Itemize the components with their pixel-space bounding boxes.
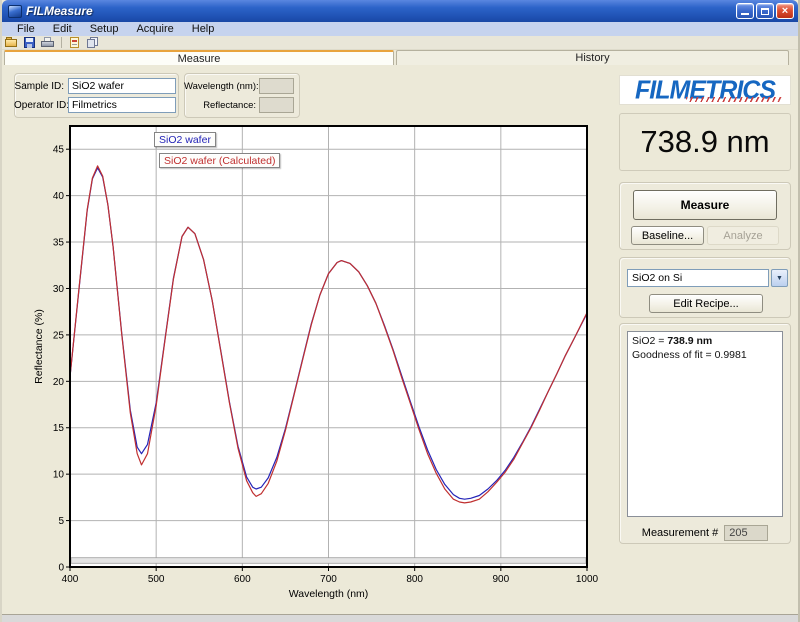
svg-text:1000: 1000 <box>576 574 599 585</box>
legend-calculated: SiO2 wafer (Calculated) <box>159 153 280 168</box>
open-file-icon[interactable] <box>5 37 19 49</box>
svg-text:700: 700 <box>320 574 337 585</box>
results-box: SiO2 = 738.9 nm Goodness of fit = 0.9981 <box>627 331 783 517</box>
svg-text:0: 0 <box>58 563 64 574</box>
svg-text:400: 400 <box>62 574 79 585</box>
chevron-down-icon: ▼ <box>776 275 783 282</box>
legend-measured-label: SiO2 wafer <box>159 134 211 146</box>
app-icon <box>8 5 22 18</box>
report-icon[interactable] <box>68 37 82 49</box>
results-line1: SiO2 = 738.9 nm <box>632 334 778 348</box>
window-title: FILMeasure <box>26 4 736 18</box>
measurement-number-label: Measurement # <box>642 527 718 539</box>
sample-id-input[interactable] <box>68 78 176 94</box>
results-line2: Goodness of fit = 0.9981 <box>632 348 778 362</box>
reflectance-label: Reflectance: <box>184 100 256 111</box>
svg-text:Wavelength (nm): Wavelength (nm) <box>289 588 369 600</box>
tab-history[interactable]: History <box>396 50 789 65</box>
svg-text:5: 5 <box>58 516 64 527</box>
print-icon[interactable] <box>41 37 55 49</box>
svg-text:40: 40 <box>53 191 65 202</box>
operator-id-label: Operator ID: <box>14 100 64 111</box>
tab-strip: Measure History <box>2 50 792 65</box>
legend-calculated-label: SiO2 wafer (Calculated) <box>164 155 275 167</box>
close-button[interactable]: × <box>776 3 794 19</box>
sample-id-label: Sample ID: <box>14 81 64 92</box>
measurement-row: Measurement # 205 <box>627 525 783 541</box>
maximize-button[interactable] <box>756 3 774 19</box>
svg-text:800: 800 <box>406 574 423 585</box>
toolbar <box>2 36 798 50</box>
svg-text:10: 10 <box>53 470 65 481</box>
svg-text:25: 25 <box>53 330 65 341</box>
maximize-icon <box>761 8 769 15</box>
recipe-select[interactable]: SiO2 on Si <box>627 269 769 287</box>
toolbar-separator <box>61 37 62 48</box>
sample-id-row: Sample ID: <box>14 78 179 94</box>
svg-text:900: 900 <box>492 574 509 585</box>
svg-text:600: 600 <box>234 574 251 585</box>
filmeasure-window: FILMeasure × File Edit Setup Acquire Hel… <box>0 0 800 622</box>
title-bar: FILMeasure × <box>2 0 798 22</box>
menu-bar: File Edit Setup Acquire Help <box>2 22 798 36</box>
menu-help[interactable]: Help <box>183 23 224 35</box>
reflectance-row: Reflectance: <box>184 97 300 113</box>
svg-text:45: 45 <box>53 145 65 156</box>
edit-recipe-button[interactable]: Edit Recipe... <box>649 294 763 313</box>
tab-history-label: History <box>575 52 609 64</box>
thickness-display: 738.9 nm <box>619 113 791 171</box>
reflectance-chart: 0 5 10 15 20 25 30 35 40 45 400 500 600 700 800 900 1000… <box>30 120 602 608</box>
svg-text:15: 15 <box>53 423 65 434</box>
baseline-button[interactable]: Baseline... <box>631 226 704 245</box>
wavelength-row: Wavelength (nm): <box>184 78 300 94</box>
minimize-icon <box>741 12 749 15</box>
measure-button[interactable]: Measure <box>633 190 777 220</box>
desktop-area <box>0 614 800 622</box>
menu-file[interactable]: File <box>8 23 44 35</box>
tab-measure-label: Measure <box>178 53 221 65</box>
menu-edit[interactable]: Edit <box>44 23 81 35</box>
thickness-value: 738.9 nm <box>640 124 769 160</box>
logo-hatch-decoration <box>686 97 782 102</box>
recipe-dropdown-button[interactable]: ▼ <box>771 269 788 287</box>
wavelength-label: Wavelength (nm): <box>184 81 256 92</box>
svg-text:500: 500 <box>148 574 165 585</box>
menu-acquire[interactable]: Acquire <box>127 23 182 35</box>
legend-measured: SiO2 wafer <box>154 132 216 147</box>
reflectance-field <box>259 97 294 113</box>
svg-text:20: 20 <box>53 377 65 388</box>
svg-text:30: 30 <box>53 284 65 295</box>
recipe-selected-value: SiO2 on Si <box>632 272 682 284</box>
tab-measure[interactable]: Measure <box>4 50 394 65</box>
operator-id-input[interactable] <box>68 97 176 113</box>
minimize-button[interactable] <box>736 3 754 19</box>
save-icon[interactable] <box>23 37 37 49</box>
menu-setup[interactable]: Setup <box>81 23 128 35</box>
svg-text:Reflectance (%): Reflectance (%) <box>33 309 45 384</box>
operator-id-row: Operator ID: <box>14 97 179 113</box>
analyze-button[interactable]: Analyze <box>707 226 779 245</box>
filmetrics-logo: FILMETRICS <box>619 75 791 105</box>
copy-icon[interactable] <box>86 37 100 49</box>
measurement-number-field: 205 <box>724 525 768 541</box>
wavelength-field <box>259 78 294 94</box>
svg-text:35: 35 <box>53 238 65 249</box>
